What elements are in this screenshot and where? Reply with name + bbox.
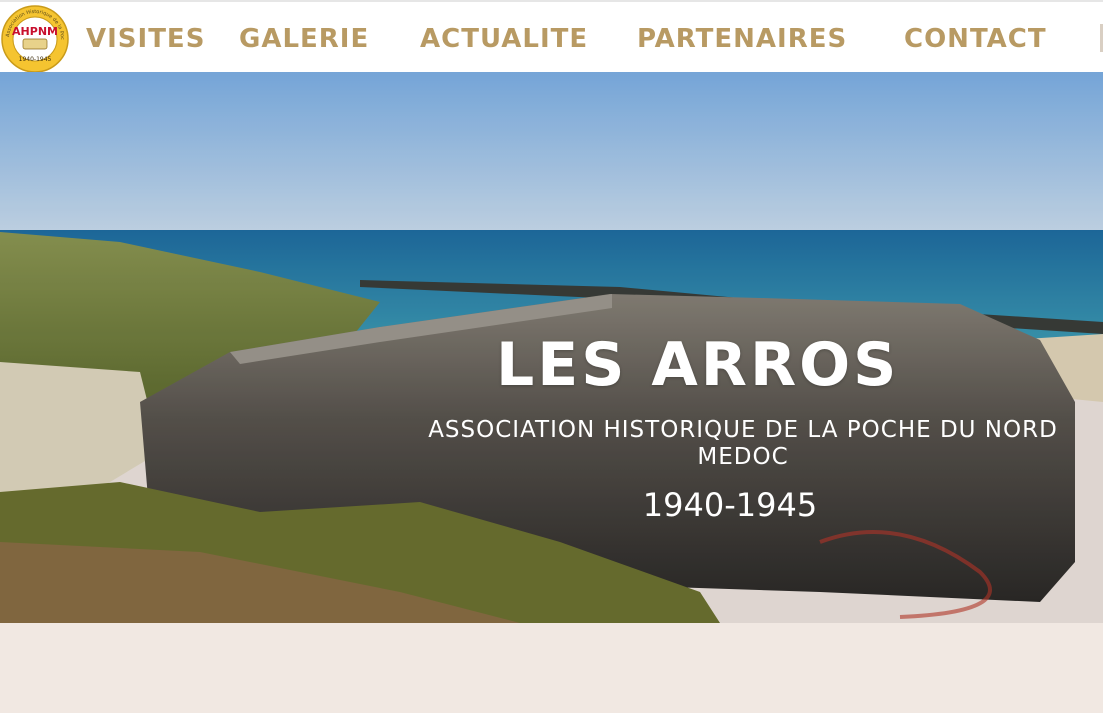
logo-years: 1940-1945 (19, 56, 52, 63)
nav-galerie[interactable]: GALERIE (239, 22, 369, 56)
ahpnm-logo[interactable]: Association Historique de la Poche du No… (0, 0, 69, 73)
hero-title: LES ARROS (496, 330, 900, 400)
hero-banner: LES ARROS ASSOCIATION HISTORIQUE DE LA P… (0, 72, 1103, 623)
logo-seal-icon: Association Historique de la Poche du No… (0, 0, 69, 73)
content-band (0, 623, 1103, 713)
nav-contact[interactable]: CONTACT (904, 22, 1047, 56)
nav-visites[interactable]: VISITES (86, 22, 205, 56)
logo-text: AHPNM (12, 25, 58, 38)
site-header: Association Historique de la Poche du No… (0, 0, 1103, 73)
nav-actualite[interactable]: ACTUALITE (420, 22, 588, 56)
hero-years: 1940-1945 (642, 486, 818, 524)
hero-subtitle: ASSOCIATION HISTORIQUE DE LA POCHE DU NO… (428, 417, 1058, 470)
nav-partenaires[interactable]: PARTENAIRES (637, 22, 847, 56)
